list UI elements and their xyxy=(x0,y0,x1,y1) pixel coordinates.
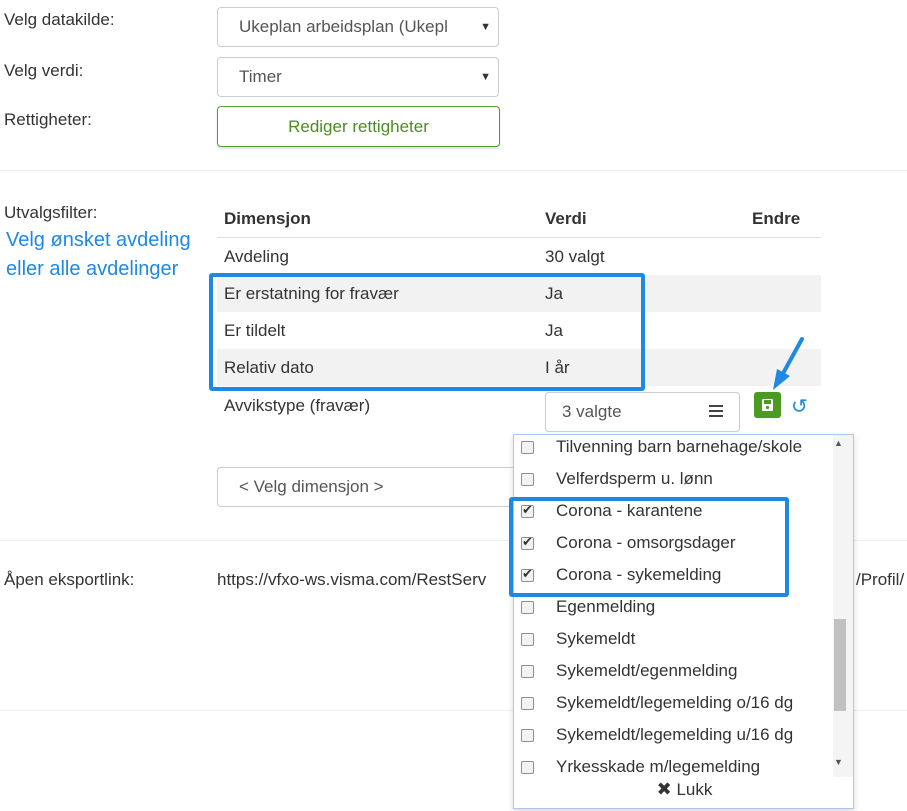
checkbox[interactable] xyxy=(521,601,534,614)
close-dropdown-button[interactable]: ✖ Lukk xyxy=(514,779,853,800)
checkbox[interactable] xyxy=(521,473,534,486)
row-dimension: Avvikstype (fravær) xyxy=(224,396,371,415)
option-label: Yrkesskade m/legemelding xyxy=(556,757,761,776)
checkbox[interactable] xyxy=(521,633,534,646)
header-verdi: Verdi xyxy=(545,209,587,228)
checkbox[interactable] xyxy=(521,441,534,454)
option-label: Egenmelding xyxy=(556,597,656,616)
export-url-start[interactable]: https://vfxo-ws.visma.com/RestServ xyxy=(217,570,486,590)
option-label: Sykemeldt/legemelding o/16 dg xyxy=(556,693,794,712)
arrow-pointer-icon xyxy=(773,337,804,390)
avvikstype-multiselect[interactable]: 3 valgte xyxy=(545,392,740,432)
multiselect-value: 3 valgte xyxy=(562,402,622,421)
close-label: Lukk xyxy=(676,780,713,799)
checkbox[interactable] xyxy=(521,665,534,678)
datakilde-label: Velg datakilde: xyxy=(4,10,115,29)
table-row[interactable]: Avdeling 30 valgt xyxy=(217,238,821,275)
row-value: 30 valgt xyxy=(545,247,605,266)
rediger-rettigheter-button[interactable]: Rediger rettigheter xyxy=(217,106,500,147)
divider xyxy=(0,170,907,171)
option-label: Sykemeldt/egenmelding xyxy=(556,661,738,680)
option-label: Velferdsperm u. lønn xyxy=(556,469,713,488)
annotation-line-2: eller alle avdelinger xyxy=(6,258,179,280)
option-label: Tilvenning barn barnehage/skole xyxy=(556,437,803,456)
dropdown-option[interactable]: Sykemeldt/egenmelding xyxy=(514,657,832,689)
annotation-line-1: Velg ønsket avdeling xyxy=(6,229,191,251)
floppy-disk-icon xyxy=(762,399,773,411)
option-label: Sykemeldt/legemelding u/16 dg xyxy=(556,725,794,744)
undo-icon: ↺ xyxy=(791,396,808,418)
checkbox[interactable] xyxy=(521,729,534,742)
dropdown-option[interactable]: Egenmelding xyxy=(514,593,832,625)
checkbox[interactable] xyxy=(521,761,534,774)
export-label: Åpen eksportlink: xyxy=(4,570,135,589)
scroll-down-icon[interactable]: ▼ xyxy=(834,757,843,767)
scrollbar-track[interactable] xyxy=(833,435,853,777)
highlight-box-rows xyxy=(209,273,645,391)
scroll-up-icon[interactable]: ▲ xyxy=(834,438,843,448)
caret-down-icon: ▼ xyxy=(480,71,491,83)
save-button[interactable] xyxy=(754,392,781,418)
option-label: Sykemeldt xyxy=(556,629,636,648)
dropdown-option[interactable]: Velferdsperm u. lønn xyxy=(514,465,832,497)
dropdown-option[interactable]: Yrkesskade m/legemelding xyxy=(514,753,832,777)
scrollbar-thumb[interactable] xyxy=(834,619,846,711)
header-dimensjon: Dimensjon xyxy=(224,209,311,228)
checkbox[interactable] xyxy=(521,697,534,710)
export-url-end: /Profil/ xyxy=(856,570,905,589)
close-icon: ✖ xyxy=(656,779,672,799)
dropdown-option[interactable]: Sykemeldt/legemelding u/16 dg xyxy=(514,721,832,753)
verdi-select[interactable]: Timer ▼ xyxy=(217,57,499,97)
undo-button[interactable]: ↺ xyxy=(791,394,808,419)
dropdown-option[interactable]: Tilvenning barn barnehage/skole xyxy=(514,435,832,465)
verdi-label: Velg verdi: xyxy=(4,61,84,80)
rettigheter-label: Rettigheter: xyxy=(4,110,92,129)
verdi-value: Timer xyxy=(239,67,282,86)
header-endre: Endre xyxy=(752,209,801,228)
avvikstype-dropdown[interactable]: Tilvenning barn barnehage/skole Velferds… xyxy=(513,434,854,809)
datakilde-value: Ukeplan arbeidsplan (Ukepl xyxy=(239,17,448,36)
dropdown-option[interactable]: Sykemeldt xyxy=(514,625,832,657)
datakilde-select[interactable]: Ukeplan arbeidsplan (Ukepl ▼ xyxy=(217,7,499,47)
caret-down-icon: ▼ xyxy=(480,21,491,33)
highlight-box-corona xyxy=(509,497,789,597)
dropdown-option[interactable]: Sykemeldt/legemelding o/16 dg xyxy=(514,689,832,721)
table-header: Dimensjon Verdi Endre xyxy=(217,200,821,238)
list-icon xyxy=(709,405,723,419)
utvalgsfilter-label: Utvalgsfilter: xyxy=(4,203,98,222)
velg-dimensjon-select[interactable]: < Velg dimensjon > xyxy=(217,467,517,507)
row-dimension: Avdeling xyxy=(224,247,289,266)
